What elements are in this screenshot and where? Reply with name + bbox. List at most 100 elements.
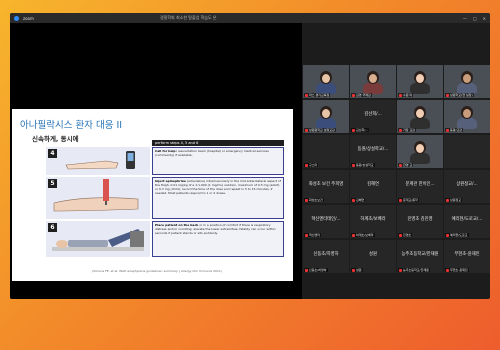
participant-tile[interactable]: 상원학교(현 실장) [444, 65, 490, 98]
muted-mic-icon [399, 268, 402, 272]
muted-mic-icon [399, 163, 402, 167]
participant-tile[interactable]: 상원정교/... 상원정교 [444, 170, 490, 203]
participant-tile[interactable]: 성원 성원 [350, 240, 396, 273]
participant-label-text: 무현초-윤재민 [450, 268, 468, 272]
muted-mic-icon [399, 198, 402, 202]
participant-tile[interactable]: 가장 교감 [397, 100, 443, 133]
participant-label-text: 가장 교감 [403, 128, 415, 132]
participant-label: 구스미 [304, 163, 319, 167]
step-4-illustration: 4 [46, 147, 150, 175]
participant-label-text: 능주초등학교/한재원 [403, 268, 429, 272]
participant-label-text: 김선희/... [356, 128, 369, 132]
participant-tile[interactable]: 김영 국제감 [350, 65, 396, 98]
participant-label-text: 혁신엔터 [309, 233, 321, 237]
step-5: 5 Inject epinephrine (adrenaline) intram… [46, 177, 284, 219]
participant-face [322, 74, 330, 83]
muted-mic-icon [446, 268, 449, 272]
participant-label: 가장 교감 [398, 128, 416, 132]
participant-label-text: 한영 교 [403, 163, 413, 167]
participant-label: 화성초보건 [304, 198, 324, 202]
participant-label-text: 동광/교감 [450, 128, 463, 132]
participant-name: 김혜연 [367, 182, 379, 187]
participant-face [463, 109, 471, 118]
steps-header: perform steps 4, 5 and 6 [152, 140, 284, 146]
muted-mic-icon [352, 268, 355, 272]
slide-subtitle: 신속하게, 동시에 [32, 135, 79, 143]
participant-label: 예리현/도로교 [445, 233, 469, 237]
participant-label-text: 문계교/종학 [403, 198, 418, 202]
muted-mic-icon [305, 198, 308, 202]
participant-name: 진영초 김진영 [407, 217, 433, 222]
muted-mic-icon [446, 233, 449, 237]
participant-label-text: 진영초 [403, 233, 412, 237]
close-button[interactable]: ✕ [483, 16, 486, 21]
participant-tile[interactable]: 한영 교 [397, 135, 443, 168]
participant-tile[interactable]: 수원 미 [397, 65, 443, 98]
participant-tile[interactable]: 동광/교감 [444, 100, 490, 133]
participant-tile[interactable]: 능주초등학교/한재원 능주초등학교/한재원 [397, 240, 443, 273]
participant-label-text: 상원원학교 설정교감 [309, 128, 335, 132]
participant-label: 무현초-윤재민 [445, 268, 469, 272]
muted-mic-icon [399, 128, 402, 132]
participant-tile[interactable]: 동원/상설학교/... 동원/상설학교 [350, 135, 396, 168]
participant-tile[interactable]: 문계관 한이인... 문계교/종학 [397, 170, 443, 203]
participant-tile[interactable]: 하계초/보배라 하계초/보배라 [350, 205, 396, 238]
participant-label-text: 상원학교(현 실장) [450, 93, 473, 97]
participant-tile[interactable]: 혁신엔터테인/... 혁신엔터 [303, 205, 349, 238]
participant-face [416, 144, 424, 153]
muted-mic-icon [352, 128, 355, 132]
participant-tile[interactable]: 화성초 보건 주희영 화성초보건 [303, 170, 349, 203]
muted-mic-icon [305, 93, 308, 97]
minimize-button[interactable]: — [463, 16, 467, 21]
presentation-slide: 아나필락시스 환자 대응 II 신속하게, 동시에 perform steps … [12, 109, 293, 281]
maximize-button[interactable]: □ [473, 16, 477, 21]
participant-label: 김영 국제감 [351, 93, 372, 97]
participant-gallery: 마스 경기교육청 김영 국제감 수원 미 상원학교(현 실장) 상원원학교 설정교감 김선… [302, 23, 490, 299]
participant-label: 상원학교(현 실장) [445, 93, 474, 97]
window-title: 경찰학회 최소한 탈출업 학습도 온 [160, 15, 217, 20]
participant-label: 한영 교 [398, 163, 414, 167]
participant-tile[interactable]: 김선희/... 김선희/... [350, 100, 396, 133]
participant-name: 문계관 한이인... [405, 182, 435, 187]
participant-label-text: 수원 미 [403, 93, 413, 97]
participant-tile[interactable]: 김혜연 김혜연 [350, 170, 396, 203]
participant-tile[interactable]: 마스 경기교육청 [303, 65, 349, 98]
participant-tile[interactable]: 상원원학교 설정교감 [303, 100, 349, 133]
participant-tile[interactable] [444, 135, 490, 168]
participant-label: 신동초/하영하 [304, 268, 328, 272]
participant-name: 상원정교/... [456, 182, 478, 187]
phone-hand-icon [65, 151, 135, 170]
participant-label-text: 마스 경기교육청 [309, 93, 330, 97]
muted-mic-icon [305, 233, 308, 237]
muted-mic-icon [305, 268, 308, 272]
muted-mic-icon [305, 128, 308, 132]
participant-label-text: 김영 국제감 [356, 93, 371, 97]
participant-tile[interactable]: 무현초-윤재민 무현초-윤재민 [444, 240, 490, 273]
slide-citation: (Simons FE, et al. WAO anaphylaxis guide… [92, 269, 223, 273]
muted-mic-icon [446, 128, 449, 132]
participant-label-text: 하계초/보배라 [356, 233, 374, 237]
step-5-text: Inject epinephrine (adrenaline) intramus… [152, 177, 284, 219]
title-bar: zoom 경찰학회 최소한 탈출업 학습도 온 — □ ✕ [10, 13, 490, 23]
participant-name: 능주초등학교/한재원 [401, 252, 439, 257]
participant-name: 혁신엔터테인/... [311, 217, 341, 222]
muted-mic-icon [399, 233, 402, 237]
participant-tile[interactable]: 진영초 김진영진영초 [397, 205, 443, 238]
participant-label-text: 상원정교 [450, 198, 462, 202]
participant-tile[interactable]: 예리현/도로교/... 예리현/도로교 [444, 205, 490, 238]
participant-tile[interactable]: 구스미 [303, 135, 349, 168]
participant-label: 김선희/... [351, 128, 370, 132]
participant-label: 수원 미 [398, 93, 414, 97]
participant-label: 상원정교 [445, 198, 463, 202]
zoom-logo-icon [14, 15, 19, 21]
participant-tile[interactable]: 신동초/하영하 신동초/하영하 [303, 240, 349, 273]
participant-label-text: 성원 [356, 268, 362, 272]
step-6: 6 Place patient on the back or in a posi… [46, 221, 284, 257]
app-name: zoom [23, 15, 34, 21]
participant-label-text: 화성초보건 [309, 198, 323, 202]
muted-mic-icon [446, 198, 449, 202]
slide-title: 아나필락시스 환자 대응 II [20, 120, 123, 131]
muted-mic-icon [305, 163, 308, 167]
patient-lying-icon [52, 229, 144, 251]
step-5-illustration: 5 [46, 177, 150, 219]
